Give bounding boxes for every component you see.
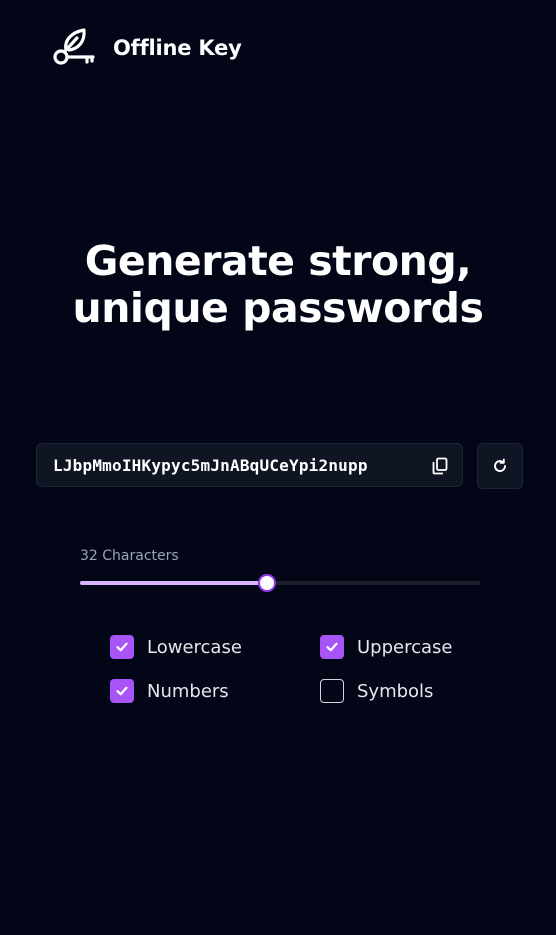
app-header: Offline Key [52, 26, 242, 70]
copy-icon [432, 457, 448, 475]
numbers-checkbox[interactable] [110, 679, 134, 703]
hero-line-1: Generate strong, [84, 237, 472, 285]
hero-line-2: unique passwords [72, 284, 484, 332]
length-label: 32 Characters [80, 548, 179, 564]
lowercase-label: Lowercase [147, 636, 242, 658]
check-icon [116, 642, 128, 652]
slider-fill [80, 581, 267, 585]
symbols-checkbox[interactable] [320, 679, 344, 703]
numbers-label: Numbers [147, 680, 229, 702]
hero-heading: Generate strong, unique passwords [0, 238, 556, 332]
option-numbers[interactable]: Numbers [110, 679, 229, 703]
uppercase-checkbox[interactable] [320, 635, 344, 659]
leaf-key-icon [53, 28, 95, 65]
option-uppercase[interactable]: Uppercase [320, 635, 452, 659]
symbols-label: Symbols [357, 680, 434, 702]
check-icon [326, 642, 338, 652]
copy-button[interactable] [429, 455, 451, 477]
length-slider[interactable] [80, 574, 480, 592]
option-lowercase[interactable]: Lowercase [110, 635, 242, 659]
refresh-icon [494, 458, 506, 472]
app-title: Offline Key [113, 36, 242, 60]
uppercase-label: Uppercase [357, 636, 453, 658]
app-page: Offline Key Generate strong, unique pass… [0, 0, 556, 935]
lowercase-checkbox[interactable] [110, 635, 134, 659]
check-icon [116, 686, 128, 696]
option-symbols[interactable]: Symbols [320, 679, 433, 703]
slider-thumb[interactable] [258, 574, 276, 592]
regenerate-button[interactable] [477, 443, 523, 489]
password-field[interactable]: LJbpMmoIHKypyc5mJnABqUCeYpi2nupp [36, 443, 463, 487]
password-value[interactable]: LJbpMmoIHKypyc5mJnABqUCeYpi2nupp [53, 456, 368, 475]
